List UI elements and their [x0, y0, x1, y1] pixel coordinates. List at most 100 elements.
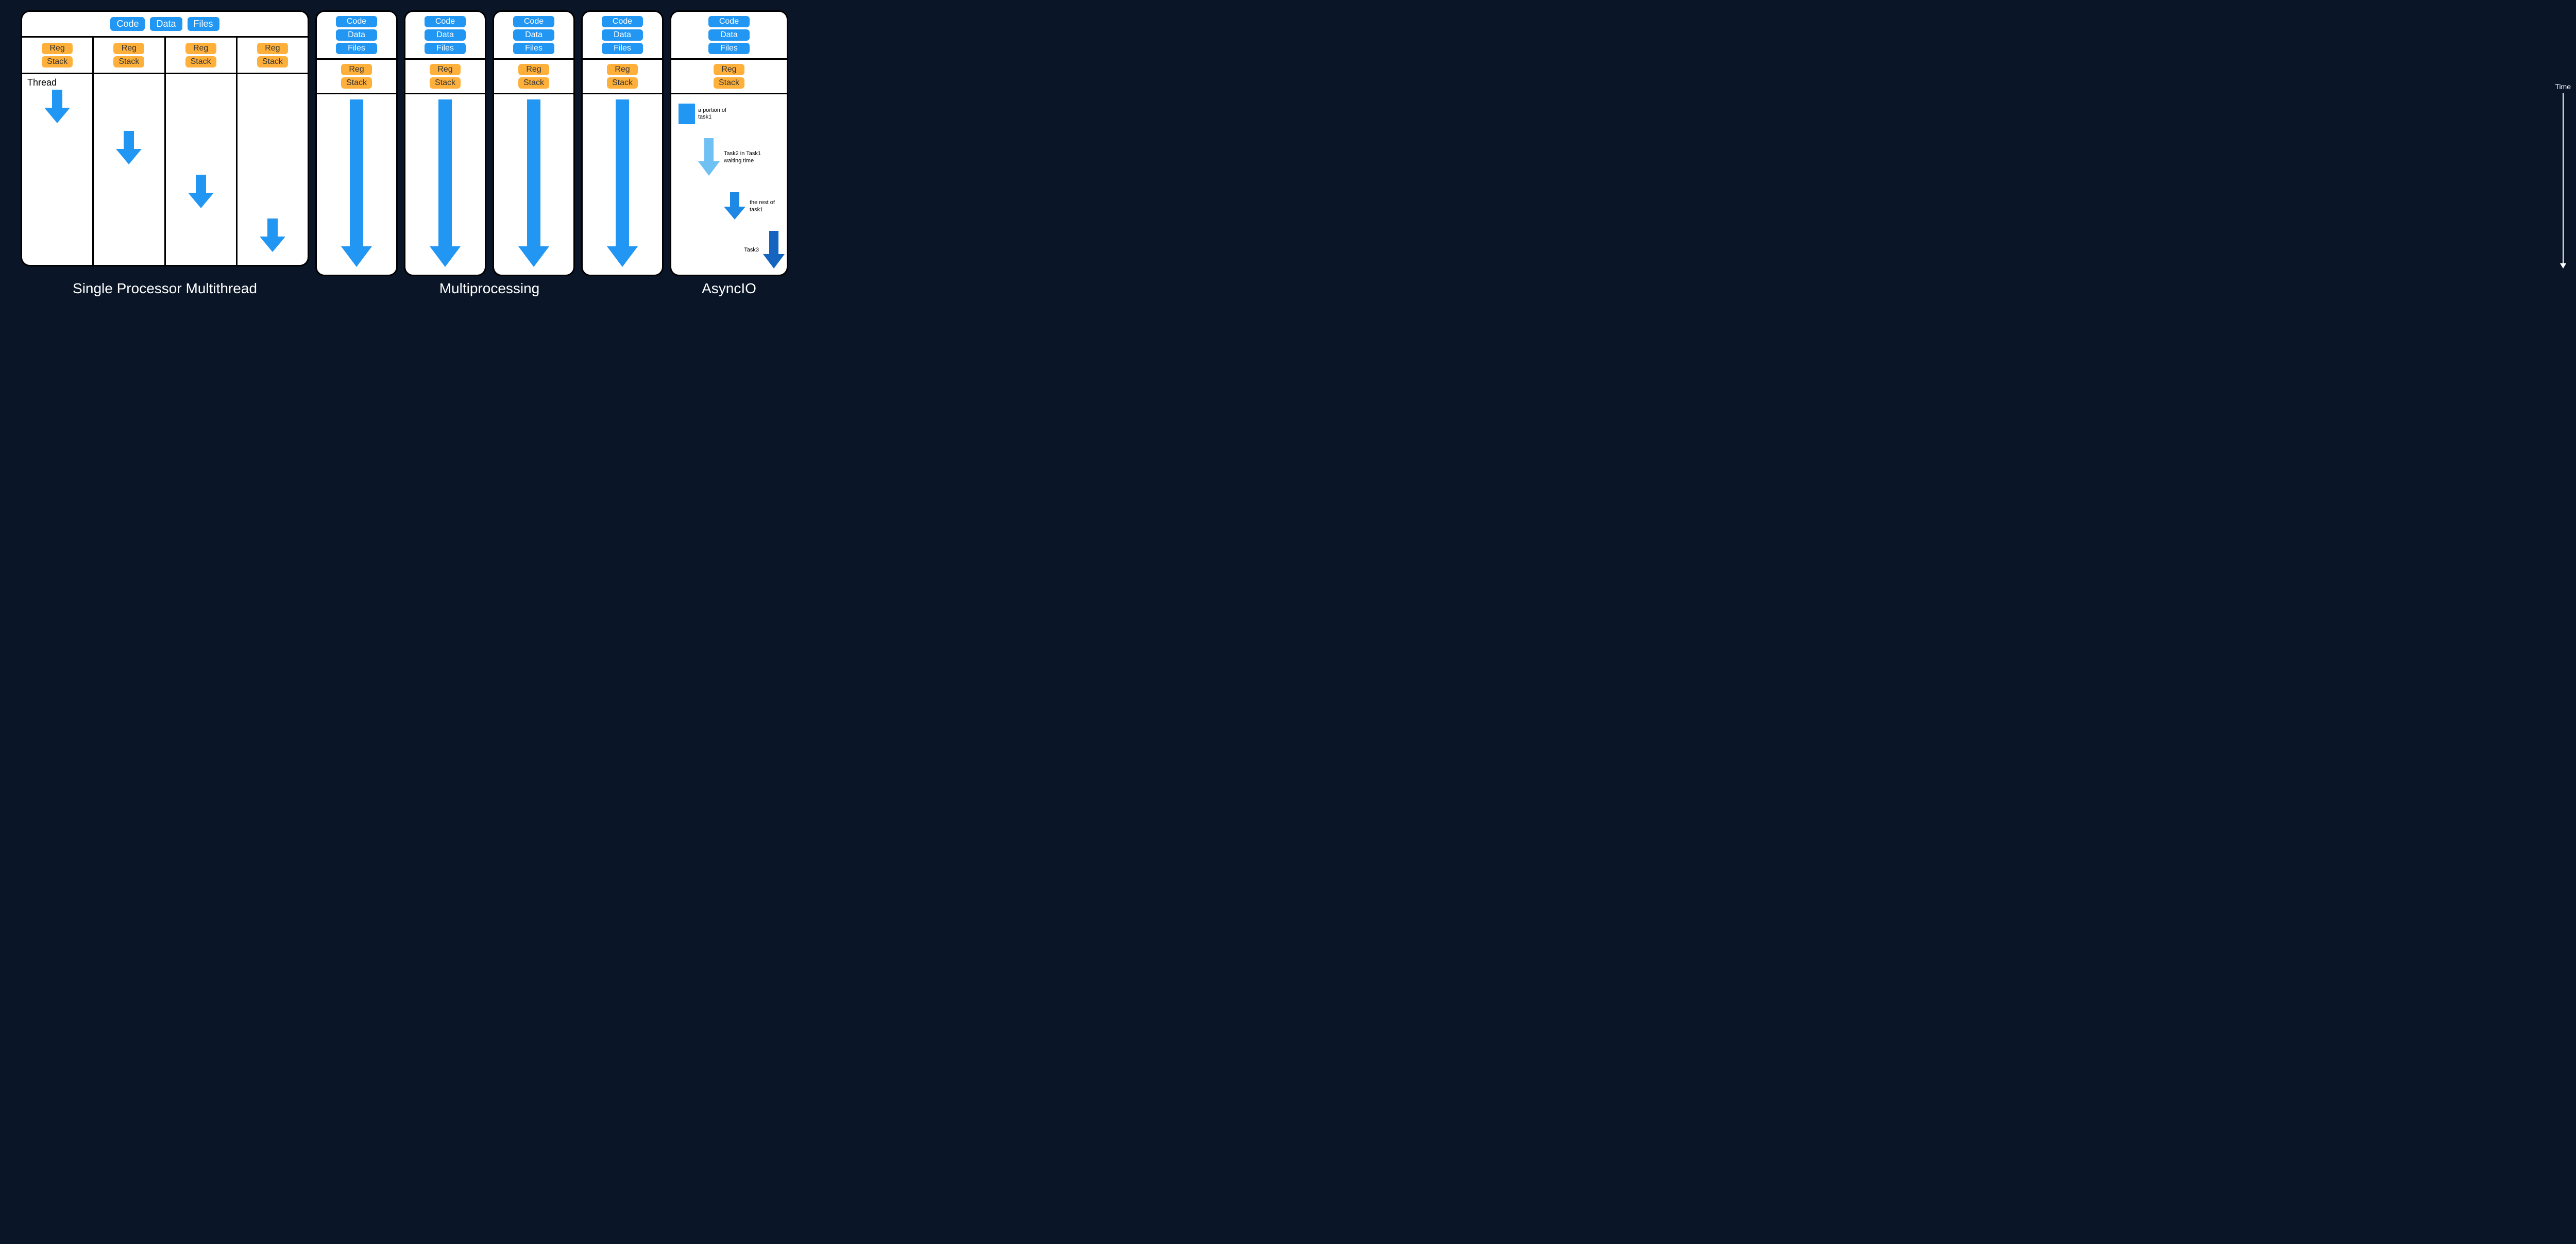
reg-stack: Reg Stack — [166, 38, 236, 74]
thread-arrow-icon — [113, 131, 144, 167]
tag-reg: Reg — [42, 43, 73, 54]
diagram-canvas: Code Data Files Reg Stack Thread Reg — [21, 10, 2555, 276]
thread-col-3: Reg Stack — [166, 38, 238, 265]
process-arrow-icon — [516, 99, 552, 270]
thread-col-4: Reg Stack — [238, 38, 308, 265]
process-header: Code Data Files — [583, 12, 662, 60]
thread-body — [166, 74, 236, 265]
tag-files: Files — [336, 43, 377, 54]
async-item-1: a portion of task1 — [679, 104, 735, 124]
caption-multithread: Single Processor Multithread — [21, 280, 309, 297]
reg-stack: Reg Stack — [583, 60, 662, 94]
tag-files: Files — [708, 43, 750, 54]
process-body — [494, 94, 573, 275]
tag-reg: Reg — [341, 64, 372, 75]
process-header: Code Data Files — [494, 12, 573, 60]
tag-files: Files — [513, 43, 554, 54]
tag-files: Files — [602, 43, 643, 54]
panel-process-4: Code Data Files Reg Stack — [581, 10, 664, 276]
time-label: Time — [2555, 82, 2571, 91]
async-item-4: Task3 — [738, 231, 786, 270]
process-body — [583, 94, 662, 275]
tag-reg: Reg — [607, 64, 638, 75]
tag-reg: Reg — [185, 43, 216, 54]
process-header: Code Data Files — [405, 12, 485, 60]
panel-process-1: Code Data Files Reg Stack — [315, 10, 398, 276]
process-body — [405, 94, 485, 275]
tag-code: Code — [425, 16, 466, 27]
tag-code: Code — [513, 16, 554, 27]
caption-multiprocessing: Multiprocessing — [315, 280, 664, 297]
async-label: the rest of task1 — [750, 199, 787, 213]
reg-stack: Reg Stack — [94, 38, 164, 74]
tag-files: Files — [425, 43, 466, 54]
tag-code: Code — [602, 16, 643, 27]
time-axis: Time — [2555, 82, 2571, 268]
tag-stack: Stack — [113, 56, 144, 68]
process-arrow-icon — [338, 99, 375, 270]
async-label: Task3 — [738, 247, 759, 254]
thread-body — [94, 74, 164, 265]
tag-data: Data — [708, 29, 750, 41]
tag-data: Data — [513, 29, 554, 41]
async-label: a portion of task1 — [698, 107, 735, 121]
reg-stack: Reg Stack — [494, 60, 573, 94]
tag-stack: Stack — [518, 77, 549, 89]
asyncio-header: Code Data Files — [671, 12, 787, 60]
tag-reg: Reg — [430, 64, 461, 75]
tag-stack: Stack — [42, 56, 73, 68]
tag-code: Code — [110, 17, 145, 31]
reg-stack: Reg Stack — [22, 38, 92, 74]
tag-reg: Reg — [113, 43, 144, 54]
tag-reg: Reg — [257, 43, 288, 54]
thread-arrow-icon — [257, 218, 288, 255]
thread-columns: Reg Stack Thread Reg Stack — [22, 38, 308, 265]
tag-stack: Stack — [714, 77, 744, 89]
process-arrow-icon — [427, 99, 463, 270]
tag-data: Data — [425, 29, 466, 41]
tag-data: Data — [336, 29, 377, 41]
process-header: Code Data Files — [317, 12, 396, 60]
arrow-icon — [723, 192, 747, 221]
tag-reg: Reg — [714, 64, 744, 75]
async-item-3: the rest of task1 — [723, 192, 787, 221]
reg-stack: Reg Stack — [405, 60, 485, 94]
tag-stack: Stack — [185, 56, 216, 68]
tag-code: Code — [708, 16, 750, 27]
arrow-icon — [762, 231, 786, 270]
captions-row: Single Processor Multithread Multiproces… — [21, 280, 2555, 297]
block-icon — [679, 104, 695, 124]
async-label: Task2 in Task1 waiting time — [724, 150, 761, 164]
tag-reg: Reg — [518, 64, 549, 75]
asyncio-body: a portion of task1 Task2 in Task1 waitin… — [671, 94, 787, 275]
reg-stack: Reg Stack — [317, 60, 396, 94]
caption-asyncio: AsyncIO — [670, 280, 788, 297]
panel-process-2: Code Data Files Reg Stack — [404, 10, 486, 276]
tag-stack: Stack — [257, 56, 288, 68]
thread-col-2: Reg Stack — [94, 38, 165, 265]
tag-stack: Stack — [341, 77, 372, 89]
process-body — [317, 94, 396, 275]
tag-stack: Stack — [430, 77, 461, 89]
panel-process-3: Code Data Files Reg Stack — [493, 10, 575, 276]
thread-col-1: Reg Stack Thread — [22, 38, 94, 265]
thread-arrow-icon — [185, 175, 216, 211]
thread-body — [238, 74, 308, 265]
thread-arrow-icon — [42, 90, 73, 126]
tag-data: Data — [150, 17, 182, 31]
tag-files: Files — [188, 17, 219, 31]
async-item-2: Task2 in Task1 waiting time — [697, 138, 761, 177]
thread-body: Thread — [22, 74, 92, 265]
tag-data: Data — [602, 29, 643, 41]
reg-stack: Reg Stack — [671, 60, 787, 94]
multithread-shared-header: Code Data Files — [22, 12, 308, 38]
panel-multithread: Code Data Files Reg Stack Thread Reg — [21, 10, 309, 266]
tag-stack: Stack — [607, 77, 638, 89]
arrow-icon — [697, 138, 721, 177]
reg-stack: Reg Stack — [238, 38, 308, 74]
panel-asyncio: Code Data Files Reg Stack a portion of t… — [670, 10, 788, 276]
thread-label: Thread — [27, 77, 57, 88]
process-arrow-icon — [604, 99, 640, 270]
tag-code: Code — [336, 16, 377, 27]
time-arrow-icon — [2563, 93, 2564, 268]
